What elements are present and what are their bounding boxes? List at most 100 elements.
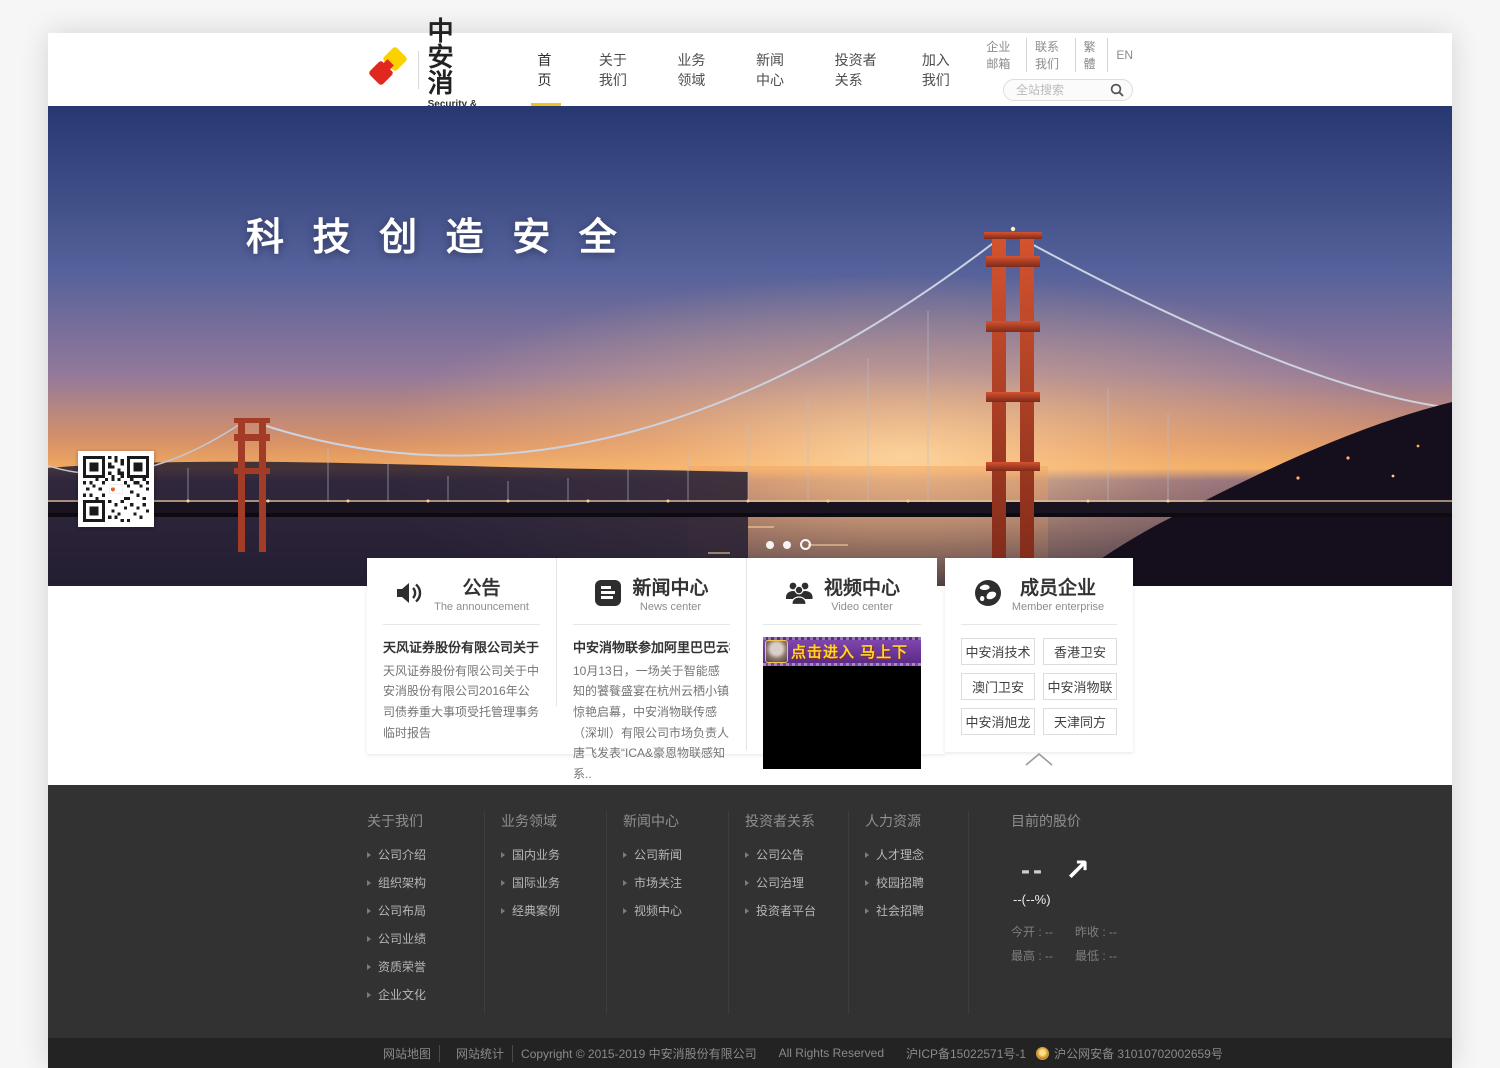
- announcement-body[interactable]: 天风证券股份有限公司关于中安消股份有限公司2016年公司债券重大事项受托管理事务…: [383, 661, 540, 744]
- nav-item-news[interactable]: 新闻中心: [734, 33, 813, 106]
- nav-item-business[interactable]: 业务领域: [655, 33, 734, 106]
- search-icon[interactable]: [1110, 83, 1124, 102]
- arrow-right-icon: [865, 852, 869, 858]
- member-button[interactable]: 香港卫安: [1043, 638, 1117, 665]
- footer-link[interactable]: 社会招聘: [865, 902, 954, 919]
- hero-bridge-image: [48, 106, 1452, 586]
- member-button[interactable]: 澳门卫安: [961, 673, 1035, 700]
- arrow-right-icon: [367, 992, 371, 998]
- nav-label: 首页: [538, 50, 555, 90]
- site-search: [1003, 79, 1133, 101]
- announcement-box: 公告 The announcement 天风证券股份有限公司关于中.. 天风证券…: [367, 558, 557, 706]
- hero-carousel: 科 技 创 造 安 全: [48, 106, 1452, 586]
- site-map-link[interactable]: 网站地图: [375, 1045, 440, 1062]
- copyright-text: Copyright © 2015-2019 中安消股份有限公司: [521, 1045, 757, 1062]
- member-button[interactable]: 天津同方: [1043, 708, 1117, 735]
- brand-name: 中安消: [428, 18, 482, 96]
- site-stats-link[interactable]: 网站统计: [448, 1045, 513, 1062]
- footer-link[interactable]: 公司业绩: [367, 930, 470, 947]
- stock-open: 今开 : --: [1011, 923, 1053, 940]
- logo-divider: [418, 51, 419, 89]
- icp-license-link[interactable]: 沪ICP备15022571号-1: [906, 1045, 1026, 1062]
- brand-logo[interactable]: 中安消 Security & Fire: [367, 33, 482, 106]
- rights-text: All Rights Reserved: [779, 1046, 884, 1060]
- footer-col-title: 新闻中心: [623, 811, 714, 831]
- footer-link[interactable]: 市场关注: [623, 874, 714, 891]
- nav-item-join[interactable]: 加入我们: [900, 33, 979, 106]
- arrow-right-icon: [745, 908, 749, 914]
- arrow-right-icon: [501, 852, 505, 858]
- nav-item-home[interactable]: 首页: [516, 33, 577, 106]
- footer-link[interactable]: 公司布局: [367, 902, 470, 919]
- carousel-dot-2[interactable]: [783, 541, 791, 549]
- footer-link[interactable]: 国内业务: [501, 846, 592, 863]
- footer-col-hr: 人力资源 人才理念 校园招聘 社会招聘: [849, 811, 969, 1014]
- nav-label: 投资者关系: [835, 50, 878, 90]
- footer-link[interactable]: 经典案例: [501, 902, 592, 919]
- video-player[interactable]: 点击进入 马上下: [763, 637, 921, 769]
- news-heading[interactable]: 中安消物联参加阿里巴巴云栖..: [573, 637, 730, 656]
- footer-col-investor: 投资者关系 公司公告 公司治理 投资者平台: [729, 811, 849, 1014]
- nav-label: 新闻中心: [756, 50, 791, 90]
- arrow-right-icon: [367, 964, 371, 970]
- hero-headline: 科 技 创 造 安 全: [246, 206, 626, 261]
- nav-item-investor[interactable]: 投资者关系: [813, 33, 900, 106]
- police-license-link[interactable]: 沪公网安备 31010702002659号: [1054, 1045, 1223, 1062]
- arrow-right-icon: [501, 908, 505, 914]
- footer-link[interactable]: 人才理念: [865, 846, 954, 863]
- member-button[interactable]: 中安消旭龙: [961, 708, 1035, 735]
- announcement-heading[interactable]: 天风证券股份有限公司关于中..: [383, 637, 540, 656]
- member-button[interactable]: 中安消技术: [961, 638, 1035, 665]
- nav-item-about[interactable]: 关于我们: [577, 33, 656, 106]
- video-title: 视频中心: [824, 578, 900, 600]
- arrow-right-icon: [367, 880, 371, 886]
- footer-link[interactable]: 国际业务: [501, 874, 592, 891]
- carousel-dot-3-active[interactable]: [800, 539, 811, 550]
- video-ad-banner[interactable]: 点击进入 马上下: [763, 637, 921, 666]
- footer: 关于我们 公司介绍 组织架构 公司布局 公司业绩 资质荣誉 企业文化 业务领域 …: [48, 785, 1452, 1038]
- footer-link[interactable]: 投资者平台: [745, 902, 834, 919]
- carousel-dot-1[interactable]: [766, 541, 774, 549]
- feature-boxes: 公告 The announcement 天风证券股份有限公司关于中.. 天风证券…: [367, 558, 1133, 754]
- brand-logo-icon: [367, 46, 409, 93]
- nav-label: 加入我们: [922, 50, 957, 90]
- page: 中安消 Security & Fire 首页 关于我们 业务领域 新闻中心 投资…: [48, 33, 1452, 1068]
- footer-link[interactable]: 资质荣誉: [367, 958, 470, 975]
- footer-link[interactable]: 公司新闻: [623, 846, 714, 863]
- stock-title: 目前的股价: [1011, 811, 1119, 831]
- globe-icon: [974, 579, 1002, 612]
- main-nav: 首页 关于我们 业务领域 新闻中心 投资者关系 加入我们: [516, 33, 979, 106]
- footer-link[interactable]: 公司介绍: [367, 846, 470, 863]
- footer-link[interactable]: 公司治理: [745, 874, 834, 891]
- announcement-subtitle: The announcement: [434, 601, 529, 613]
- news-title: 新闻中心: [632, 578, 708, 600]
- video-subtitle: Video center: [824, 601, 900, 613]
- bottom-bar: 网站地图 网站统计 Copyright © 2015-2019 中安消股份有限公…: [48, 1038, 1452, 1068]
- stock-arrow-icon: ↗: [1065, 856, 1090, 886]
- utility-links: 企业邮箱 联系我们 繁體 EN: [978, 38, 1133, 72]
- qr-code: [78, 451, 154, 527]
- footer-link[interactable]: 企业文化: [367, 986, 470, 1003]
- video-box: 视频中心 Video center 点击进入 马上下: [747, 558, 937, 754]
- police-badge-icon: [1036, 1047, 1049, 1060]
- link-contact-us[interactable]: 联系我们: [1027, 38, 1076, 72]
- news-subtitle: News center: [632, 601, 708, 613]
- link-english[interactable]: EN: [1108, 48, 1133, 62]
- member-button[interactable]: 中安消物联: [1043, 673, 1117, 700]
- footer-link[interactable]: 公司公告: [745, 846, 834, 863]
- link-enterprise-mail[interactable]: 企业邮箱: [978, 38, 1027, 72]
- stock-high: 最高 : --: [1011, 947, 1053, 964]
- arrow-right-icon: [623, 852, 627, 858]
- chevron-up-icon[interactable]: [961, 752, 1117, 766]
- arrow-right-icon: [501, 880, 505, 886]
- link-traditional-chinese[interactable]: 繁體: [1076, 38, 1109, 72]
- nav-label: 关于我们: [599, 50, 634, 90]
- footer-link[interactable]: 视频中心: [623, 902, 714, 919]
- stock-prev-close: 昨收 : --: [1075, 923, 1117, 940]
- footer-link[interactable]: 校园招聘: [865, 874, 954, 891]
- members-title: 成员企业: [1012, 578, 1104, 600]
- footer-col-title: 投资者关系: [745, 811, 834, 831]
- footer-link[interactable]: 组织架构: [367, 874, 470, 891]
- carousel-dots: [766, 539, 811, 550]
- news-body[interactable]: 10月13日，一场关于智能感知的饕餮盛宴在杭州云栖小镇惊艳启幕，中安消物联传感（…: [573, 661, 730, 785]
